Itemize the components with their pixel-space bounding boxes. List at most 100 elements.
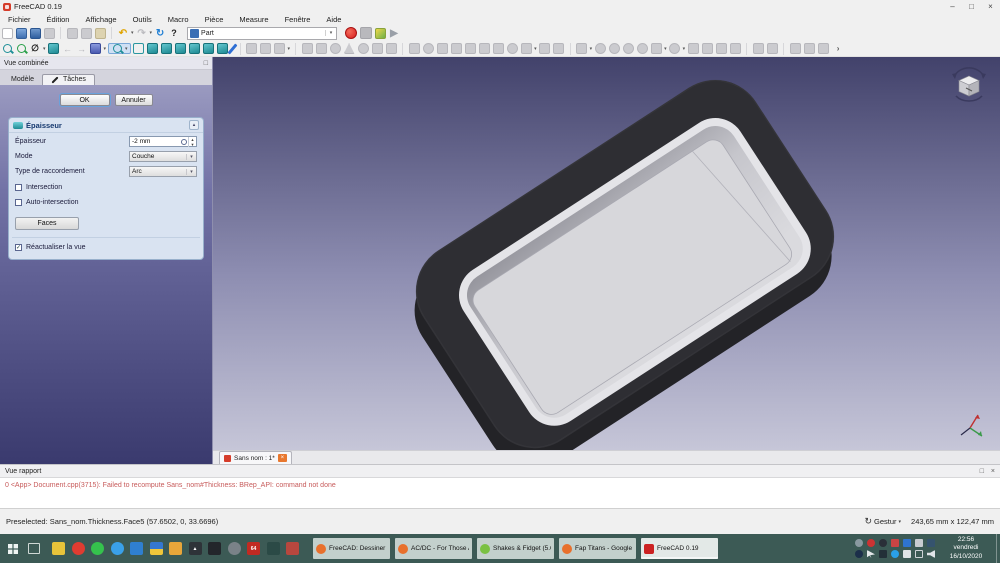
check-geometry-icon[interactable]: [650, 43, 662, 54]
viewport-canvas[interactable]: [213, 57, 1000, 467]
sweep-dropdown-icon[interactable]: ▾: [534, 46, 537, 52]
cut-icon[interactable]: [66, 27, 78, 39]
start-button[interactable]: [0, 534, 26, 563]
report-float-icon[interactable]: □: [980, 468, 984, 475]
thickness-spinner[interactable]: ▴ ▾: [188, 136, 196, 147]
export-dropdown-icon[interactable]: ▾: [288, 46, 291, 52]
menu-macro[interactable]: Macro: [160, 15, 197, 24]
spin-down-icon[interactable]: ▾: [191, 142, 193, 147]
view-mode-dropdown-icon[interactable]: ▾: [104, 46, 107, 52]
redo-dropdown-icon[interactable]: ▾: [150, 30, 153, 36]
pin-orange-app[interactable]: [169, 542, 182, 555]
pin-opera[interactable]: [71, 542, 85, 555]
part-chamfer-icon[interactable]: [464, 43, 476, 54]
defeaturing-dropdown-icon[interactable]: ▾: [683, 46, 686, 52]
selection-view-icon[interactable]: [48, 43, 60, 54]
whats-this-icon[interactable]: ?: [168, 27, 180, 39]
tab-taches[interactable]: Tâches: [41, 74, 95, 85]
menu-affichage[interactable]: Affichage: [77, 15, 124, 24]
thickness-input[interactable]: -2 mm ▴ ▾: [129, 136, 197, 147]
pin-64-app[interactable]: 64: [247, 542, 260, 555]
document-tab[interactable]: Sans nom : 1* ×: [219, 451, 292, 464]
view-left-icon[interactable]: [217, 43, 229, 54]
tray-volume-icon[interactable]: [915, 539, 923, 547]
view-front-icon[interactable]: [147, 43, 159, 54]
primitive-cylinder-icon[interactable]: [315, 43, 327, 54]
tray-dark-icon[interactable]: [879, 539, 887, 547]
self-intersection-checkbox[interactable]: [15, 199, 22, 206]
part-mirror-icon[interactable]: [436, 43, 448, 54]
workbench-selector[interactable]: Part ▾: [187, 26, 338, 40]
view-rear-icon[interactable]: [189, 43, 201, 54]
taskbar-app-shakes-fidget[interactable]: Shakes & Fidget (5.00...: [477, 538, 554, 559]
new-document-icon[interactable]: [1, 27, 13, 39]
boolean-common-icon[interactable]: [608, 43, 620, 54]
navigation-cube[interactable]: [946, 62, 992, 108]
macro-record-icon[interactable]: [344, 27, 357, 39]
boolean-cut-icon[interactable]: [622, 43, 634, 54]
tray-blue-g-icon[interactable]: [891, 550, 899, 558]
report-log[interactable]: 0 <App> Document.cpp(3715): Failed to re…: [0, 478, 1000, 492]
pin-red-app[interactable]: [286, 542, 299, 555]
macro-execute-icon[interactable]: ▶: [388, 27, 400, 39]
taskbar-app-firefox-freecad[interactable]: FreeCAD: Dessiner si...: [313, 538, 390, 559]
tray-cursor-icon[interactable]: [867, 550, 875, 558]
tab-modele[interactable]: Modèle: [3, 75, 42, 85]
draw-style-icon[interactable]: ∅: [29, 43, 41, 55]
taskbar-app-fap-titans[interactable]: Fap Titans - Google C...: [559, 538, 636, 559]
pin-teal-app[interactable]: [266, 542, 280, 555]
intersection-checkbox[interactable]: [15, 184, 22, 191]
part-section-icon[interactable]: [636, 43, 648, 54]
measure-angular-icon[interactable]: [789, 43, 801, 54]
part-color-icon[interactable]: [729, 43, 741, 54]
redo-icon[interactable]: ↷: [136, 27, 148, 39]
part-export-icon[interactable]: [260, 43, 272, 54]
join-type-select[interactable]: Arc ▾: [129, 166, 197, 177]
tray-usb-icon[interactable]: [903, 550, 911, 558]
close-button[interactable]: ×: [981, 2, 1000, 11]
primitive-box-icon[interactable]: [301, 43, 313, 54]
part-ruledsurface-icon[interactable]: [492, 43, 504, 54]
checkgeo-dropdown-icon[interactable]: ▾: [664, 46, 667, 52]
zoom-tool-selected[interactable]: ▾: [108, 43, 131, 54]
tray-gear-icon[interactable]: [855, 539, 863, 547]
document-close-icon[interactable]: ×: [277, 454, 287, 462]
part-thickness-icon[interactable]: [553, 43, 565, 54]
nav-back-icon[interactable]: ←: [62, 43, 74, 55]
nav-forward-icon[interactable]: →: [76, 43, 88, 55]
macro-stop-icon[interactable]: [359, 27, 372, 39]
measure-toggle-all-icon[interactable]: [817, 43, 829, 54]
tray-speaker-icon[interactable]: [927, 550, 935, 558]
pin-blue-square-app[interactable]: [130, 542, 143, 555]
tray-dark2-icon[interactable]: [879, 550, 887, 558]
primitive-sphere-icon[interactable]: [329, 43, 341, 54]
menu-piece[interactable]: Pièce: [197, 15, 232, 24]
pin-blue-crescent-app[interactable]: [110, 542, 124, 555]
view-bottom-icon[interactable]: [203, 43, 215, 54]
refresh-icon[interactable]: ↻: [154, 27, 166, 39]
tray-red-square-icon[interactable]: [891, 539, 899, 547]
fit-all-icon[interactable]: [2, 44, 12, 53]
part-export-alt-icon[interactable]: [274, 43, 286, 54]
part-sweep-icon[interactable]: [520, 43, 532, 54]
view-axonometric-icon[interactable]: [133, 43, 145, 54]
view-top-icon[interactable]: [161, 43, 173, 54]
measure-linear-icon[interactable]: [227, 42, 238, 55]
menu-fichier[interactable]: Fichier: [0, 15, 39, 24]
part-refine-icon[interactable]: [701, 43, 713, 54]
cancel-button[interactable]: Annuler: [114, 94, 153, 106]
ok-button[interactable]: OK: [58, 93, 111, 107]
tray-monitor-icon[interactable]: [915, 550, 923, 558]
menu-fenetre[interactable]: Fenêtre: [277, 15, 319, 24]
compound-dropdown-icon[interactable]: ▾: [590, 46, 593, 52]
faces-button[interactable]: Faces: [15, 217, 79, 230]
measure-clear-icon[interactable]: [766, 43, 778, 54]
part-fillet-icon[interactable]: [450, 43, 462, 54]
tray-bluetooth-icon[interactable]: [903, 539, 911, 547]
taskbar-clock[interactable]: 22:56 vendredi 16/10/2020: [939, 536, 993, 562]
part-revolve-icon[interactable]: [422, 43, 434, 54]
part-simplecopy-icon[interactable]: [687, 43, 699, 54]
task-view-button[interactable]: [28, 543, 40, 554]
paste-icon[interactable]: [94, 27, 106, 39]
draw-style-dropdown-icon[interactable]: ▾: [43, 46, 46, 52]
